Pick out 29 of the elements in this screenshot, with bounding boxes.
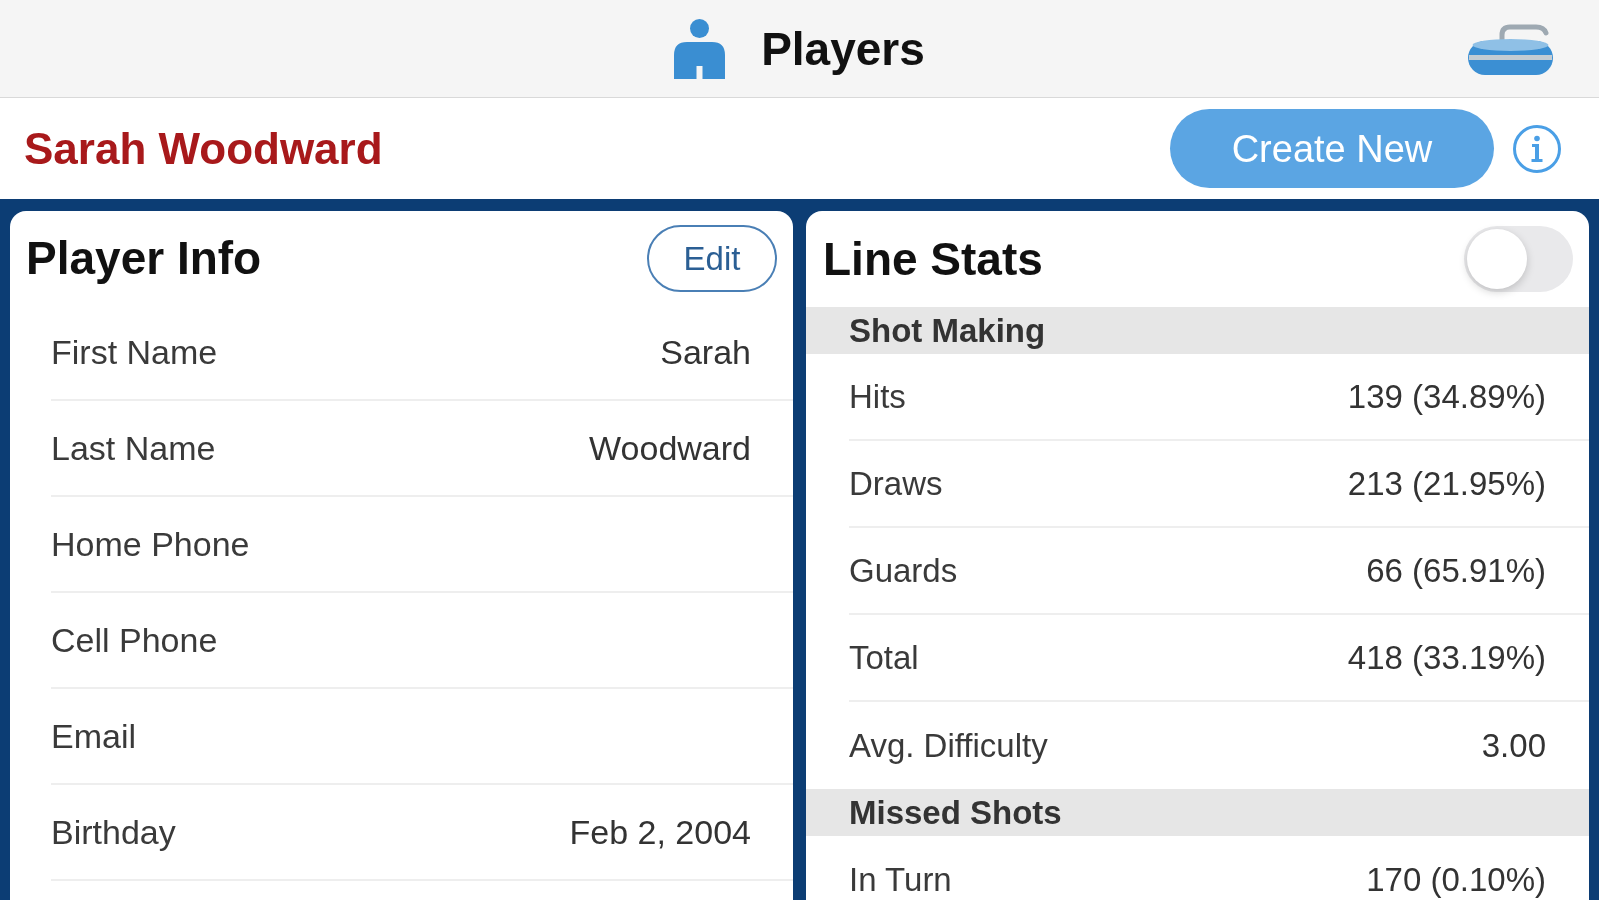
stat-label: In Turn <box>849 863 952 896</box>
stat-value: 139 (34.89%) <box>1347 380 1546 413</box>
field-value: Feb 2, 2004 <box>569 815 751 849</box>
line-stats-switch[interactable] <box>1464 226 1573 292</box>
field-label: Last Name <box>51 431 216 465</box>
stat-value: 170 (0.10%) <box>1366 863 1546 896</box>
field-label: Birthday <box>51 815 176 849</box>
stat-value: 66 (65.91%) <box>1366 554 1546 587</box>
section-header: Missed Shots <box>806 789 1589 836</box>
field-label: Email <box>51 719 137 753</box>
player-name: Sarah Woodward <box>24 126 383 171</box>
person-icon <box>674 18 726 79</box>
field-value: Sarah <box>660 335 751 369</box>
stat-label: Guards <box>849 554 958 587</box>
info-icon[interactable] <box>1513 124 1561 173</box>
stat-value: 3.00 <box>1481 729 1546 762</box>
edit-button[interactable]: Edit <box>647 224 777 292</box>
field-label: Cell Phone <box>51 623 218 657</box>
field-label: Home Phone <box>51 527 250 561</box>
stat-label: Draws <box>849 467 943 500</box>
field-value: Woodward <box>589 431 751 465</box>
stat-label: Total <box>849 641 919 674</box>
stat-value: 418 (33.19%) <box>1347 641 1546 674</box>
stat-label: Hits <box>849 380 906 413</box>
stat-value: 213 (21.95%) <box>1347 467 1546 500</box>
field-label: First Name <box>51 335 218 369</box>
section-header: Shot Making <box>806 307 1589 354</box>
stat-label: Avg. Difficulty <box>849 729 1048 762</box>
card-title: Line Stats <box>823 236 1043 282</box>
